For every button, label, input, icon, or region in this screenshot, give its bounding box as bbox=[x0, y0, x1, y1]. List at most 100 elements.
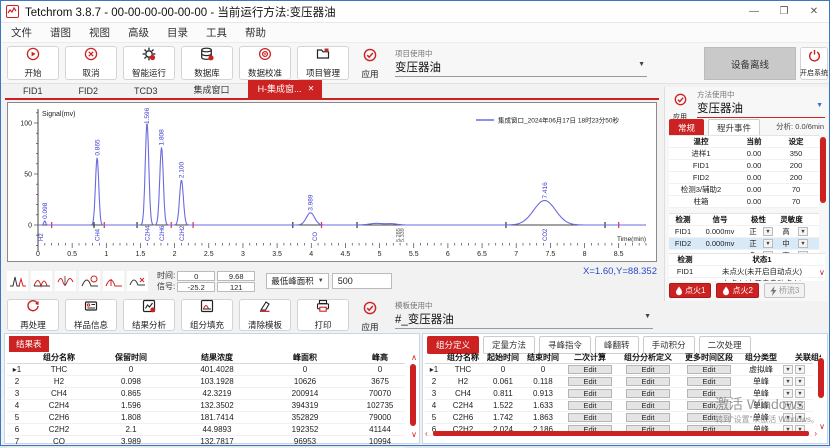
integration-tool-icon-6[interactable] bbox=[127, 271, 148, 291]
dropdown-arrow-icon[interactable]: ▼ bbox=[795, 377, 805, 386]
table-row[interactable]: 5C2H61.7421.863EditEditEdit单峰▼▼ bbox=[425, 412, 813, 424]
integration-tool-icon-1[interactable] bbox=[7, 271, 28, 291]
dropdown-arrow-icon[interactable]: ▼ bbox=[783, 377, 793, 386]
apply-template-button[interactable]: 应用 bbox=[353, 300, 387, 333]
table-row[interactable]: 5C2H61.808181.741435282979000 bbox=[7, 412, 405, 424]
method-vertical-scrollbar[interactable] bbox=[820, 137, 826, 203]
min-peak-area-select[interactable]: 最低峰面积 ▼ bbox=[266, 273, 328, 289]
clear-template-button[interactable]: 清除模板 bbox=[239, 299, 291, 331]
edit-button[interactable]: Edit bbox=[687, 377, 731, 386]
time-from-field[interactable]: 0 bbox=[177, 271, 215, 281]
chromatogram-chart[interactable]: 050100Signal(mv)00.511.522.533.544.555.5… bbox=[7, 102, 657, 262]
dropdown-arrow-icon[interactable]: ▼ bbox=[783, 389, 793, 398]
apply-project-button[interactable]: 应用 bbox=[353, 47, 387, 80]
dropdown-arrow-icon[interactable]: ▼ bbox=[783, 413, 793, 422]
tab-fid1[interactable]: FID1 bbox=[5, 85, 61, 98]
edit-button[interactable]: Edit bbox=[687, 401, 731, 410]
template-combo[interactable]: 模板使用中 #_变压器油▼ bbox=[395, 300, 653, 329]
dropdown-arrow-icon[interactable]: ▼ bbox=[795, 401, 805, 410]
menu-file[interactable]: 文件 bbox=[11, 25, 32, 40]
sample-info-button[interactable]: 样品信息 bbox=[65, 299, 117, 331]
edit-button[interactable]: Edit bbox=[626, 377, 670, 386]
chevron-down-icon[interactable]: ▼ bbox=[644, 313, 651, 320]
edit-button[interactable]: Edit bbox=[687, 413, 731, 422]
table-row[interactable]: 3CH40.86542.321920091470070 bbox=[7, 388, 405, 400]
database-button[interactable]: 数据库 bbox=[181, 46, 233, 80]
integration-tool-icon-3[interactable] bbox=[55, 271, 76, 291]
dropdown-arrow-icon[interactable]: ▼ bbox=[795, 389, 805, 398]
edit-button[interactable]: Edit bbox=[687, 365, 731, 374]
edit-button[interactable]: Edit bbox=[626, 365, 670, 374]
project-management-button[interactable]: 项目管理 bbox=[297, 46, 349, 80]
dropdown-arrow-icon[interactable]: ▼ bbox=[795, 413, 805, 422]
scroll-down-icon[interactable]: ∨ bbox=[819, 269, 825, 277]
bridge-current-3-button[interactable]: 桥流3 bbox=[764, 283, 805, 298]
menu-chromatogram[interactable]: 谱图 bbox=[50, 25, 71, 40]
maximize-button[interactable]: ❐ bbox=[769, 1, 799, 22]
table-row[interactable]: 柱箱0.0070 bbox=[669, 196, 819, 208]
smart-run-button[interactable]: 智能运行 bbox=[123, 46, 175, 80]
tab-fid2[interactable]: FID2 bbox=[61, 85, 117, 98]
chevron-down-icon[interactable]: ▼ bbox=[638, 61, 645, 68]
dropdown-arrow-icon[interactable]: ▼ bbox=[798, 227, 808, 236]
table-row[interactable]: 3CH40.8110.913EditEditEdit单峰▼▼ bbox=[425, 388, 813, 400]
table-row[interactable]: 4C2H41.5221.633EditEditEdit单峰▼▼ bbox=[425, 400, 813, 412]
print-button[interactable]: 打印 bbox=[297, 299, 349, 331]
menu-catalog[interactable]: 目录 bbox=[167, 25, 188, 40]
table-row[interactable]: 6C2H22.144.989319235241144 bbox=[7, 424, 405, 436]
dropdown-arrow-icon[interactable]: ▼ bbox=[783, 365, 793, 374]
scroll-down-icon[interactable]: ∨ bbox=[819, 423, 825, 431]
table-row[interactable]: FID10.000mv正▼高▼ bbox=[669, 226, 819, 238]
menu-advanced[interactable]: 高级 bbox=[128, 25, 149, 40]
table-row[interactable]: 2H20.098103.1928106263675 bbox=[7, 376, 405, 388]
chevron-down-icon[interactable]: ▼ bbox=[816, 102, 823, 109]
apply-method-button[interactable]: 应用 bbox=[667, 93, 693, 122]
time-to-field[interactable]: 9.68 bbox=[217, 271, 255, 281]
data-calibration-button[interactable]: 数据校准 bbox=[239, 46, 291, 80]
table-row[interactable]: 检测3/辅助20.0070 bbox=[669, 184, 819, 196]
component-fill-button[interactable]: 组分填充 bbox=[181, 299, 233, 331]
close-tab-icon[interactable]: ✕ bbox=[308, 84, 315, 93]
tab-results-table[interactable]: 结果表 bbox=[9, 336, 49, 352]
dropdown-arrow-icon[interactable]: ▼ bbox=[763, 239, 773, 248]
dropdown-arrow-icon[interactable]: ▼ bbox=[795, 365, 805, 374]
integration-tool-icon-4[interactable] bbox=[79, 271, 100, 291]
table-row[interactable]: ▸1THC00EditEditEdit虚拟峰▼▼ bbox=[425, 364, 813, 376]
integration-tool-icon-5[interactable] bbox=[103, 271, 124, 291]
method-combo[interactable]: 方法使用中 变压器油▼ bbox=[697, 89, 825, 118]
edit-button[interactable]: Edit bbox=[568, 413, 612, 422]
edit-button[interactable]: Edit bbox=[568, 389, 612, 398]
tab-h-integration-active[interactable]: H-集成窗... ✕ bbox=[248, 80, 323, 98]
tab-tcd3[interactable]: TCD3 bbox=[116, 85, 176, 98]
dropdown-arrow-icon[interactable]: ▼ bbox=[763, 227, 773, 236]
table-row[interactable]: ▸1THC0401.402800 bbox=[7, 364, 405, 376]
edit-button[interactable]: Edit bbox=[626, 413, 670, 422]
table-row[interactable]: 进样10.00350 bbox=[669, 148, 819, 160]
cancel-button[interactable]: 取消 bbox=[65, 46, 117, 80]
edit-button[interactable]: Edit bbox=[687, 389, 731, 398]
component-horizontal-scrollbar[interactable] bbox=[433, 431, 809, 436]
edit-button[interactable]: Edit bbox=[626, 401, 670, 410]
menu-help[interactable]: 帮助 bbox=[245, 25, 266, 40]
table-row[interactable]: FID2未点火(未开启自动点火) bbox=[669, 278, 825, 281]
table-row[interactable]: 2H20.0610.118EditEditEdit单峰▼▼ bbox=[425, 376, 813, 388]
start-system-button[interactable]: 开启系统 bbox=[800, 47, 828, 80]
ignite-2-button[interactable]: 点火2 bbox=[716, 283, 758, 298]
dropdown-arrow-icon[interactable]: ▼ bbox=[783, 401, 793, 410]
table-row[interactable]: FID20.00200 bbox=[669, 172, 819, 184]
device-offline-button[interactable]: 设备离线 bbox=[704, 47, 796, 80]
signal-to-field[interactable]: 121 bbox=[217, 282, 255, 292]
min-peak-area-input[interactable]: 500 bbox=[332, 273, 392, 289]
results-vertical-scrollbar[interactable] bbox=[410, 364, 416, 426]
close-button[interactable]: ✕ bbox=[799, 1, 829, 22]
edit-button[interactable]: Edit bbox=[626, 389, 670, 398]
scroll-down-icon[interactable]: ∨ bbox=[411, 431, 417, 439]
result-analysis-button[interactable]: 结果分析 bbox=[123, 299, 175, 331]
ignite-1-button[interactable]: 点火1 bbox=[669, 283, 711, 298]
table-row[interactable]: 7CO3.989132.78179695310994 bbox=[7, 436, 405, 448]
signal-from-field[interactable]: -25.2 bbox=[177, 282, 215, 292]
edit-button[interactable]: Edit bbox=[568, 365, 612, 374]
minimize-button[interactable]: — bbox=[739, 1, 769, 22]
start-button[interactable]: 开始 bbox=[7, 46, 59, 80]
table-row[interactable]: FID1未点火(未开启自动点火) bbox=[669, 266, 825, 278]
